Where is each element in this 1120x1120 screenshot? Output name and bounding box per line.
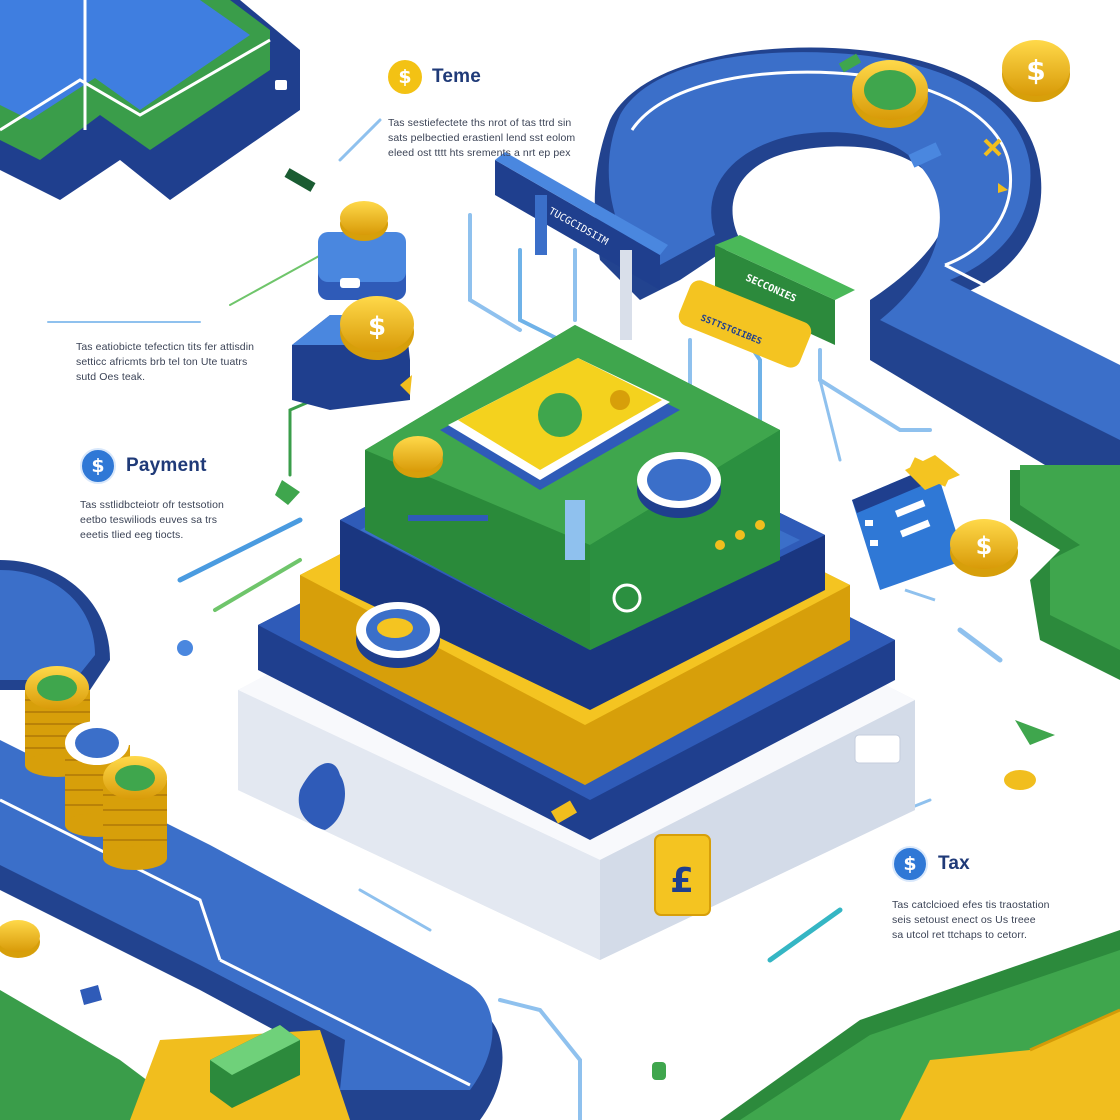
svg-text:$: $ [1026, 54, 1045, 87]
callout-line: sats pelbectied erastienl lend sst eolom [388, 132, 576, 144]
callout-line: seis setoust enect os Us treee [892, 914, 1036, 926]
coin-bottom-left [0, 920, 40, 958]
callout-teme: $ Teme Tas sestiefectete ths nrot of tas… [388, 60, 575, 161]
callout-body: Tas sstlidbcteiotr ofr testsotion eetbo … [80, 498, 224, 543]
callout-payment: $ Payment Tas sstlidbcteiotr ofr testsot… [80, 448, 224, 543]
callout-title: Teme [432, 66, 482, 87]
callout-left-note: Tas eatiobicte tefecticn tits fer attisd… [76, 340, 254, 385]
bottom-right-track [720, 930, 1120, 1120]
svg-text:$: $ [976, 532, 993, 560]
callout-body: Tas catclcioed efes tis traostation seis… [892, 898, 1050, 943]
callout-line: Tas catclcioed efes tis traostation [892, 899, 1050, 911]
callout-body: Tas sestiefectete ths nrot of tas ttrd s… [388, 116, 575, 161]
dollar-coin-icon: $ [80, 448, 116, 484]
fintech-isometric-illustration: £ TUCGCIDSIIM SECCONIES SSTTSTGIIBES $ $… [0, 0, 1120, 1120]
callout-line: sutd Oes teak. [76, 371, 146, 383]
right-green-block [1010, 465, 1120, 680]
coin-blue-lower [356, 602, 440, 668]
callout-line: eeetis tlied eeg tiocts. [80, 529, 184, 541]
coin-green-top [852, 60, 928, 128]
central-platform: £ [238, 325, 915, 960]
callout-title: Payment [126, 455, 207, 476]
dollar-coin-icon: $ [892, 846, 928, 882]
callout-body: Tas eatiobicte tefecticn tits fer attisd… [76, 340, 254, 385]
coin-top-right: $ [1002, 40, 1070, 102]
dollar-coin-icon: $ [388, 60, 422, 94]
callout-line: Tas sestiefectete ths nrot of tas ttrd s… [388, 117, 572, 129]
coin-small-upper [340, 201, 388, 241]
callout-line: eetbo teswiliods euves sa trs [80, 514, 218, 526]
coin-card: $ [950, 519, 1018, 577]
svg-text:£: £ [670, 861, 694, 901]
callout-line: Tas eatiobicte tefecticn tits fer attisd… [76, 341, 255, 353]
coin-blue-platform [637, 452, 721, 518]
top-left-track [0, 0, 300, 200]
callout-title: Tax [938, 853, 970, 874]
callout-line: setticc africmts brb tel ton Ute tuatrs [76, 356, 248, 368]
callout-line: Tas sstlidbcteiotr ofr testsotion [80, 499, 224, 511]
coin-vault: $ [340, 296, 414, 360]
callout-line: sa utcol ret ttchaps to cetorr. [892, 929, 1027, 941]
callout-line: eleed ost tttt hts srements a nrt ep pex [388, 147, 571, 159]
coin-stack-3 [103, 756, 167, 870]
coin-platform [393, 436, 443, 478]
callout-tax: $ Tax Tas catclcioed efes tis traostatio… [892, 846, 1050, 943]
svg-text:$: $ [368, 312, 386, 342]
